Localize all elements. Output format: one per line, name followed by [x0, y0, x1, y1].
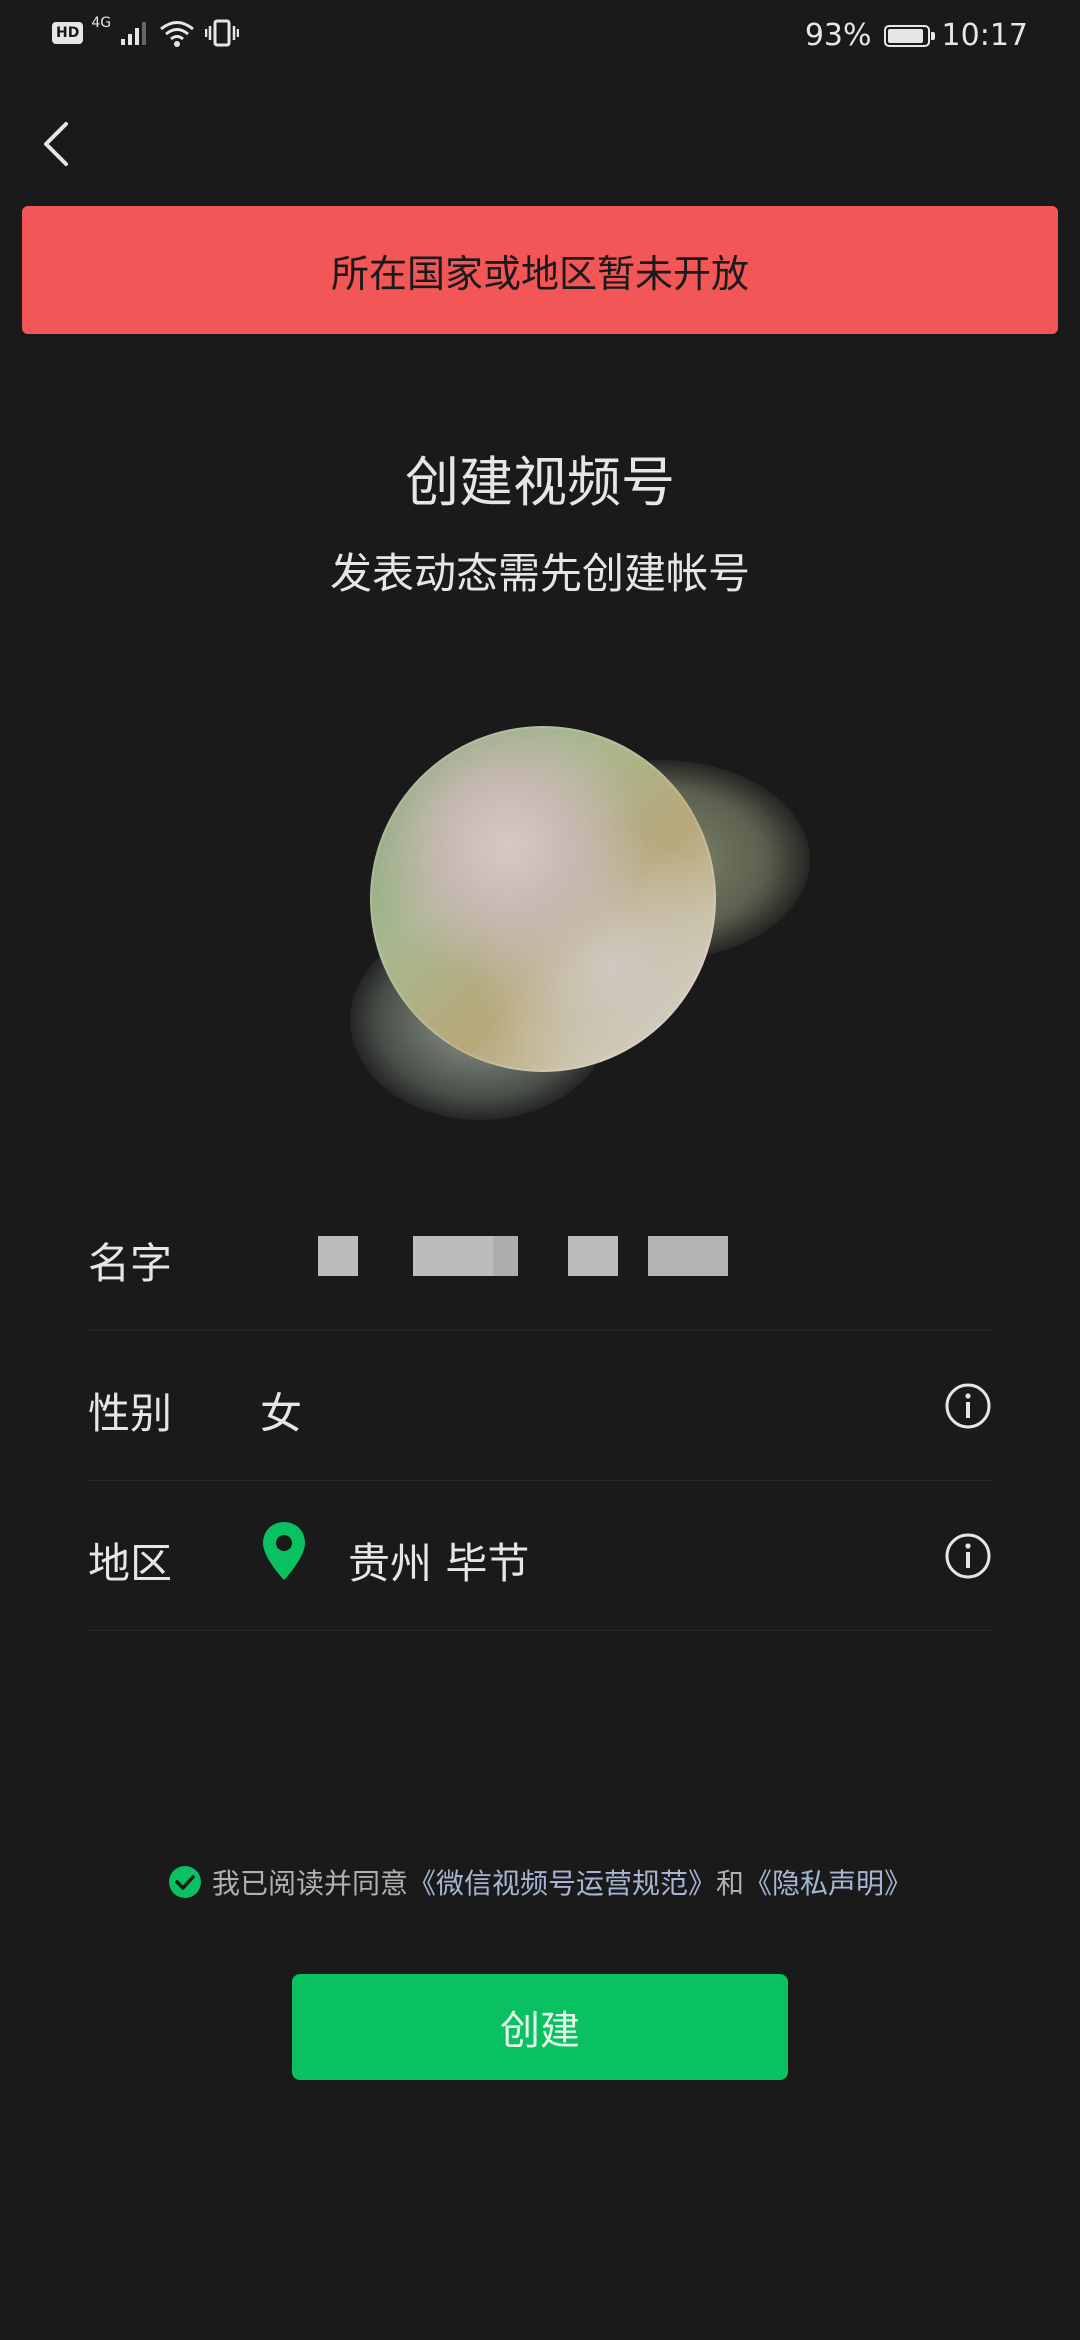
info-icon[interactable] — [944, 1382, 992, 1430]
name-label: 名字 — [88, 1239, 173, 1288]
status-bar: HD 4G 93% 10:17 — [0, 0, 1080, 76]
privacy-statement-link[interactable]: 《隐私声明》 — [744, 1867, 912, 1900]
avatar[interactable] — [370, 726, 716, 1072]
avatar-area[interactable] — [340, 720, 820, 1120]
info-icon[interactable] — [944, 1532, 992, 1580]
checkbox-checked-icon[interactable] — [168, 1865, 202, 1899]
battery-fill — [887, 28, 923, 43]
battery-percent: 93% — [804, 18, 872, 53]
region-unavailable-banner: 所在国家或地区暂未开放 — [22, 206, 1058, 334]
hd-badge: HD — [52, 22, 84, 44]
banner-text: 所在国家或地区暂未开放 — [330, 251, 749, 296]
gender-value: 女 — [260, 1389, 303, 1438]
back-button[interactable] — [32, 110, 76, 174]
vibrate-icon — [205, 19, 240, 47]
signal-icon — [121, 22, 147, 45]
network-type: 4G — [91, 15, 112, 31]
create-button[interactable]: 创建 — [292, 1974, 788, 2080]
name-row[interactable]: 名字 — [88, 1190, 992, 1331]
agreement-prefix: 我已阅读并同意 — [211, 1867, 408, 1900]
agreement-middle: 和 — [716, 1867, 745, 1900]
status-left: HD 4G — [52, 15, 240, 48]
operation-rules-link[interactable]: 《微信视频号运营规范》 — [408, 1867, 716, 1900]
clock: 10:17 — [941, 18, 1028, 53]
location-pin-icon — [263, 1522, 305, 1580]
wifi-icon — [160, 21, 195, 47]
region-label: 地区 — [88, 1539, 173, 1588]
page-title: 创建视频号 — [405, 451, 675, 514]
region-value: 贵州 毕节 — [348, 1539, 530, 1588]
chevron-left-icon — [44, 122, 68, 166]
gender-row[interactable]: 性别 女 — [88, 1340, 992, 1481]
agreement: 我已阅读并同意《微信视频号运营规范》和《隐私声明》 — [0, 1862, 1080, 1902]
region-row[interactable]: 地区 贵州 毕节 — [88, 1490, 992, 1631]
battery-icon — [883, 24, 935, 47]
name-value-redacted[interactable] — [318, 1236, 738, 1276]
page-subtitle: 发表动态需先创建帐号 — [329, 549, 750, 598]
gender-label: 性别 — [88, 1389, 173, 1438]
status-right: 93% 10:17 — [805, 18, 1028, 53]
